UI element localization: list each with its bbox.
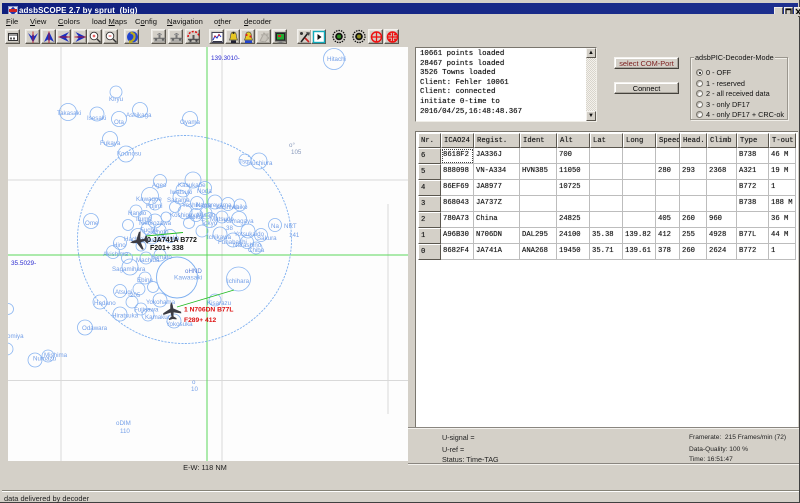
- svg-text:Hino: Hino: [113, 242, 126, 249]
- svg-text:141: 141: [289, 232, 300, 239]
- svg-text:10: 10: [191, 386, 198, 393]
- svg-text:Mishima: Mishima: [44, 352, 68, 359]
- svg-text:F289+ 412: F289+ 412: [184, 317, 216, 324]
- svg-text:Oyama: Oyama: [180, 119, 201, 126]
- svg-text:o°: o°: [289, 142, 295, 149]
- svg-text:Odawara: Odawara: [82, 325, 108, 332]
- svg-text:Ome: Ome: [85, 220, 99, 227]
- svg-text:Noda: Noda: [197, 188, 212, 195]
- svg-text:Kamagaya: Kamagaya: [224, 218, 254, 225]
- svg-text:Chiba: Chiba: [248, 247, 265, 254]
- svg-text:Hitachi: Hitachi: [327, 56, 346, 63]
- svg-text:Kiryu: Kiryu: [109, 96, 124, 103]
- svg-text:0 JA741A B772: 0 JA741A B772: [147, 237, 197, 244]
- svg-text:110: 110: [120, 428, 130, 435]
- svg-text:oDIM: oDIM: [116, 420, 131, 427]
- svg-text:Fukaya: Fukaya: [100, 140, 121, 147]
- svg-text:Ichihara: Ichihara: [227, 278, 250, 285]
- svg-text:Yamato: Yamato: [151, 254, 172, 261]
- svg-text:F201+ 338: F201+ 338: [150, 245, 184, 252]
- svg-text:Akishima: Akishima: [103, 251, 129, 258]
- svg-text:139.3010-: 139.3010-: [211, 55, 240, 62]
- svg-text:Ebina: Ebina: [137, 277, 153, 284]
- svg-text:Abiko: Abiko: [232, 204, 248, 211]
- svg-text:Fujisawa: Fujisawa: [134, 307, 159, 314]
- svg-text:105: 105: [291, 149, 302, 156]
- svg-text:Yotsukaido: Yotsukaido: [234, 231, 265, 238]
- svg-text:Ashikaga: Ashikaga: [126, 112, 152, 119]
- svg-text:Tokorozawa: Tokorozawa: [138, 220, 172, 227]
- svg-text:Na: Na: [271, 223, 279, 230]
- svg-text:Hadano: Hadano: [94, 300, 116, 307]
- svg-text:Kounosu: Kounosu: [117, 151, 142, 158]
- svg-text:35.5029-: 35.5029-: [11, 260, 36, 267]
- svg-text:Tsuchiura: Tsuchiura: [246, 160, 273, 167]
- svg-text:38: 38: [226, 225, 233, 232]
- svg-text:Takasaki: Takasaki: [57, 110, 81, 117]
- svg-text:Kawasaki: Kawasaki: [174, 275, 203, 282]
- svg-text:Isesaki: Isesaki: [87, 115, 106, 122]
- svg-text:Fujimi: Fujimi: [146, 203, 163, 210]
- svg-text:Kawagoe: Kawagoe: [136, 196, 162, 203]
- svg-text:omiya: omiya: [8, 333, 24, 340]
- svg-text:Hiratsuka: Hiratsuka: [112, 313, 139, 320]
- svg-text:o: o: [192, 379, 196, 386]
- svg-text:Ageo: Ageo: [152, 182, 167, 189]
- svg-text:Iwatsuki: Iwatsuki: [170, 189, 192, 196]
- svg-text:1 N706DN B77L: 1 N706DN B77L: [184, 307, 233, 314]
- svg-text:NRT: NRT: [284, 223, 297, 230]
- svg-text:Atsugi: Atsugi: [115, 289, 132, 296]
- svg-text:Ota: Ota: [114, 119, 125, 126]
- svg-text:Sagamihara: Sagamihara: [112, 266, 146, 273]
